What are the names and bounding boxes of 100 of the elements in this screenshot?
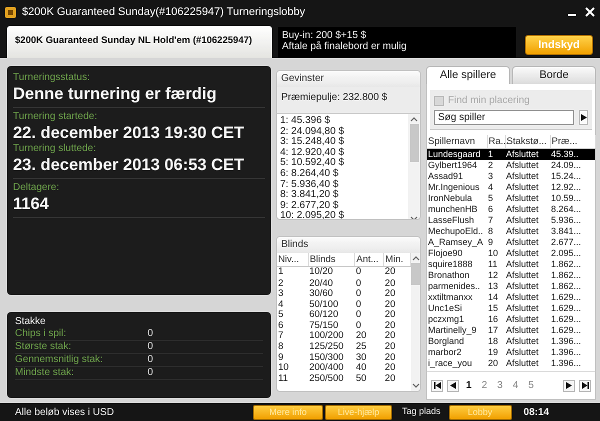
table-cell[interactable]: 7 xyxy=(487,215,505,226)
table-cell[interactable]: i_race_you xyxy=(427,358,487,369)
table-cell[interactable]: LasseFlush xyxy=(427,215,487,226)
table-cell[interactable]: 1.396... xyxy=(550,336,595,347)
search-field[interactable]: Søg spiller xyxy=(434,110,574,125)
page-link[interactable]: 4 xyxy=(510,378,522,393)
table-cell[interactable]: 10 xyxy=(487,248,505,259)
table-cell[interactable]: 5.936... xyxy=(550,215,595,226)
table-cell[interactable]: 1 xyxy=(487,148,505,160)
table-cell[interactable]: Afsluttet xyxy=(505,347,550,358)
first-page-button[interactable] xyxy=(431,380,443,392)
table-cell[interactable]: 1.862... xyxy=(550,270,595,281)
next-page-button[interactable] xyxy=(563,380,575,392)
table-cell[interactable]: Flojoe90 xyxy=(427,248,487,259)
table-cell[interactable]: 15.24... xyxy=(550,171,595,182)
table-cell[interactable]: 1.629... xyxy=(550,314,595,325)
table-cell[interactable]: Bronathon xyxy=(427,270,487,281)
table-cell[interactable]: 2 xyxy=(487,160,505,171)
table-cell[interactable]: 13 xyxy=(487,281,505,292)
table-cell[interactable]: 1.396... xyxy=(550,347,595,358)
table-cell[interactable]: 19 xyxy=(487,347,505,358)
table-cell[interactable]: pczxmg1 xyxy=(427,314,487,325)
tab[interactable]: Borde xyxy=(512,66,596,84)
table-cell[interactable]: Lundesgaard xyxy=(427,148,487,160)
table-cell[interactable]: 11 xyxy=(487,259,505,270)
table-cell[interactable]: xxtiltmanxx xyxy=(427,292,487,303)
table-cell[interactable]: Afsluttet xyxy=(505,259,550,270)
page-link[interactable]: 3 xyxy=(494,378,506,393)
table-cell[interactable]: 15 xyxy=(487,303,505,314)
table-cell[interactable]: 4 xyxy=(487,182,505,193)
table-cell[interactable]: Assad91 xyxy=(427,171,487,182)
scrollbar-thumb[interactable] xyxy=(410,124,418,162)
table-cell[interactable]: Afsluttet xyxy=(505,226,550,237)
table-cell[interactable]: A_Ramsey_A xyxy=(427,237,487,248)
table-cell[interactable]: 2.095... xyxy=(550,248,595,259)
table-cell[interactable]: Afsluttet xyxy=(505,171,550,182)
table-cell[interactable]: 16 xyxy=(487,314,505,325)
table-cell[interactable]: Afsluttet xyxy=(505,248,550,259)
table-cell[interactable]: 18 xyxy=(487,336,505,347)
table-cell[interactable]: Afsluttet xyxy=(505,193,550,204)
table-cell[interactable]: Afsluttet xyxy=(505,237,550,248)
table-cell[interactable]: 1.862... xyxy=(550,281,595,292)
table-cell[interactable]: Afsluttet xyxy=(505,292,550,303)
table-cell[interactable]: MechupoEld.. xyxy=(427,226,487,237)
tab[interactable]: Alle spillere xyxy=(426,66,510,84)
table-cell[interactable]: Afsluttet xyxy=(505,303,550,314)
table-cell[interactable]: IronNebula xyxy=(427,193,487,204)
page-link[interactable]: 2 xyxy=(478,378,490,393)
table-cell[interactable]: 8.264... xyxy=(550,204,595,215)
table-cell[interactable]: 8 xyxy=(487,226,505,237)
table-cell[interactable]: Afsluttet xyxy=(505,182,550,193)
table-cell[interactable]: 1.862... xyxy=(550,259,595,270)
page-link[interactable]: 5 xyxy=(525,378,537,393)
table-cell[interactable]: 6 xyxy=(487,204,505,215)
table-cell[interactable]: Mr.Ingenious xyxy=(427,182,487,193)
column-header[interactable]: Blinds xyxy=(308,253,355,266)
table-cell[interactable]: Afsluttet xyxy=(505,215,550,226)
table-cell[interactable]: 1.396... xyxy=(550,358,595,369)
table-cell[interactable]: Afsluttet xyxy=(505,325,550,336)
table-cell[interactable]: 1.629... xyxy=(550,303,595,314)
table-cell[interactable]: Afsluttet xyxy=(505,160,550,171)
table-cell[interactable]: Gylbert1964 xyxy=(427,160,487,171)
table-cell[interactable]: munchenHB xyxy=(427,204,487,215)
page-link[interactable]: 1 xyxy=(463,378,475,393)
table-cell[interactable]: Afsluttet xyxy=(505,281,550,292)
table-cell[interactable]: 10.59... xyxy=(550,193,595,204)
table-cell[interactable]: 20 xyxy=(487,358,505,369)
table-cell[interactable]: 12 xyxy=(487,270,505,281)
table-cell[interactable]: 12.92... xyxy=(550,182,595,193)
table-cell[interactable]: 3.841... xyxy=(550,226,595,237)
table-cell[interactable]: Unc1eSi xyxy=(427,303,487,314)
table-cell[interactable]: 24.09... xyxy=(550,160,595,171)
table-cell[interactable]: 1.629... xyxy=(550,325,595,336)
footer-link[interactable]: Tag plads xyxy=(394,405,449,419)
table-cell[interactable]: 5 xyxy=(487,193,505,204)
table-cell[interactable]: 45.39.. xyxy=(550,148,595,160)
table-cell[interactable]: Afsluttet xyxy=(505,336,550,347)
table-cell[interactable]: 2.677... xyxy=(550,237,595,248)
table-cell[interactable]: Martinelly_9 xyxy=(427,325,487,336)
table-cell[interactable]: 1.629... xyxy=(550,292,595,303)
column-header[interactable]: Ant... xyxy=(354,253,384,266)
table-cell[interactable]: 3 xyxy=(487,171,505,182)
table-cell[interactable]: parmenides.. xyxy=(427,281,487,292)
table-cell[interactable]: 14 xyxy=(487,292,505,303)
close-icon[interactable] xyxy=(584,6,596,18)
table-cell[interactable]: marbor2 xyxy=(427,347,487,358)
table-cell[interactable]: Afsluttet xyxy=(505,148,550,160)
go-button[interactable] xyxy=(579,110,588,125)
column-header[interactable]: Niv... xyxy=(277,253,308,266)
table-cell[interactable]: Afsluttet xyxy=(505,270,550,281)
table-cell[interactable]: 17 xyxy=(487,325,505,336)
table-cell[interactable]: Afsluttet xyxy=(505,314,550,325)
table-cell[interactable]: Afsluttet xyxy=(505,358,550,369)
table-cell[interactable]: 9 xyxy=(487,237,505,248)
table-cell[interactable]: Afsluttet xyxy=(505,204,550,215)
previous-page-button[interactable] xyxy=(447,380,459,392)
table-cell[interactable]: squire1888 xyxy=(427,259,487,270)
scrollbar-thumb[interactable] xyxy=(411,263,420,285)
table-cell[interactable]: Borgland xyxy=(427,336,487,347)
last-page-button[interactable] xyxy=(579,380,591,392)
